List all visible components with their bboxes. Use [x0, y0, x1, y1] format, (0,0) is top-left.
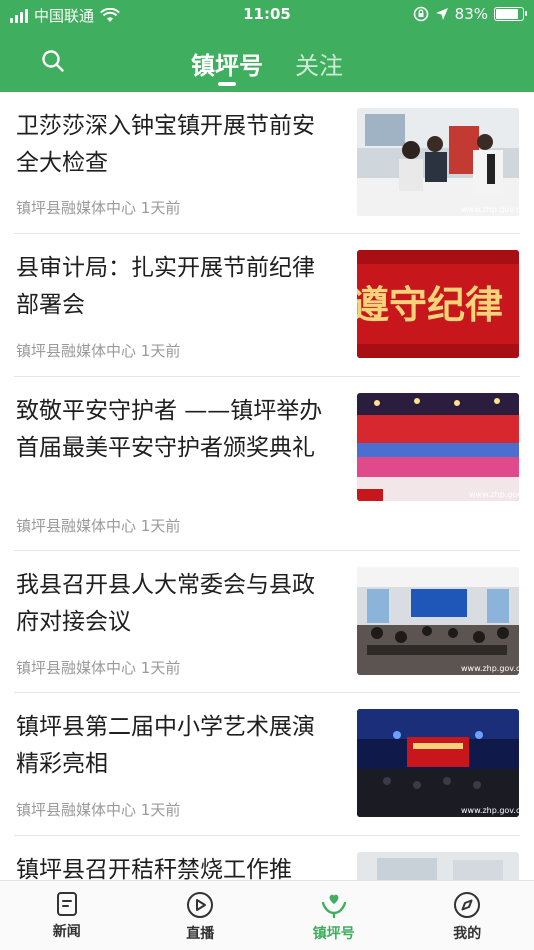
battery-percent: 83% [454, 5, 488, 23]
news-title: 镇坪县召开秸秆禁烧工作推 [16, 857, 292, 880]
nav-zhenping-hao[interactable]: 镇坪号 [267, 881, 401, 950]
news-source: 镇坪县融媒体中心 [16, 199, 137, 217]
bottom-nav: 新闻 直播 镇坪号 我的 [0, 880, 534, 950]
news-thumbnail: www.zhp.gov.cn [357, 108, 519, 216]
rotation-lock-icon [413, 6, 428, 22]
thumb-watermark: www.zhp.gov.cn [461, 664, 519, 673]
news-meta: 镇坪县融媒体中心 1天前 [16, 657, 180, 678]
thumb-watermark: www.zhp.gov.cn [469, 490, 519, 499]
news-item[interactable]: 致敬平安守护者 ——镇坪举办首届最美平安守护者颁奖典礼 镇坪县融媒体中心 1天前… [14, 377, 520, 551]
thumb-watermark: www.zhp.gov.cn [461, 806, 519, 815]
news-thumbnail: www.zhp.gov.cn [357, 393, 519, 501]
news-thumbnail: www.zhp.gov.cn [357, 709, 519, 817]
news-meta: 镇坪县融媒体中心 1天前 [16, 799, 180, 820]
news-thumbnail: 遵守纪律 [357, 250, 519, 358]
news-item[interactable]: 我县召开县人大常委会与县政府对接会议 镇坪县融媒体中心 1天前 www.zhp.… [14, 551, 520, 693]
news-time: 1天前 [140, 801, 181, 819]
news-title: 卫莎莎深入钟宝镇开展节前安全大检查 [16, 113, 315, 176]
news-icon [56, 892, 77, 916]
news-title: 县审计局：扎实开展节前纪律部署会 [16, 255, 315, 318]
app-header: 中国联通 11:05 83% 镇坪号 关注 [0, 0, 534, 92]
thumb-watermark: www.zhp.gov.cn [461, 205, 519, 214]
tab-zhenping-hao[interactable]: 镇坪号 [191, 40, 263, 90]
status-bar: 中国联通 11:05 83% [0, 0, 534, 30]
compass-icon [454, 892, 481, 918]
news-item[interactable]: 卫莎莎深入钟宝镇开展节前安全大检查 镇坪县融媒体中心 1天前 www.zhp.g… [14, 92, 520, 234]
battery-icon [494, 7, 527, 21]
nav-mine[interactable]: 我的 [401, 881, 534, 950]
news-time: 1天前 [140, 199, 181, 217]
nav-label: 新闻 [52, 924, 81, 940]
news-source: 镇坪县融媒体中心 [16, 801, 137, 819]
news-item[interactable]: 县审计局：扎实开展节前纪律部署会 镇坪县融媒体中心 1天前 遵守纪律 [14, 234, 520, 377]
location-arrow-icon [435, 8, 448, 20]
news-thumbnail: www.zhp.gov.cn [357, 567, 519, 675]
news-source: 镇坪县融媒体中心 [16, 517, 137, 535]
news-time: 1天前 [140, 659, 181, 677]
tab-follow[interactable]: 关注 [295, 40, 343, 90]
news-time: 1天前 [140, 342, 181, 360]
news-list: 卫莎莎深入钟宝镇开展节前安全大检查 镇坪县融媒体中心 1天前 www.zhp.g… [0, 92, 534, 880]
play-icon [187, 892, 214, 918]
news-item[interactable]: 镇坪县召开秸秆禁烧工作推 [14, 836, 520, 880]
nav-live[interactable]: 直播 [134, 881, 268, 950]
heart-hands-icon [321, 894, 346, 919]
news-title: 致敬平安守护者 ——镇坪举办首届最美平安守护者颁奖典礼 [16, 398, 323, 461]
banner-text: 遵守纪律 [357, 283, 503, 327]
header-tabs: 镇坪号 关注 [0, 40, 534, 90]
news-meta: 镇坪县融媒体中心 1天前 [16, 197, 180, 218]
battery-fill [496, 9, 518, 19]
news-meta: 镇坪县融媒体中心 1天前 [16, 340, 180, 361]
nav-label: 直播 [186, 926, 215, 942]
news-title: 镇坪县第二届中小学艺术展演精彩亮相 [16, 714, 315, 777]
news-meta: 镇坪县融媒体中心 1天前 [16, 515, 180, 536]
news-title: 我县召开县人大常委会与县政府对接会议 [16, 572, 315, 635]
nav-news[interactable]: 新闻 [0, 881, 134, 950]
news-item[interactable]: 镇坪县第二届中小学艺术展演精彩亮相 镇坪县融媒体中心 1天前 www.zhp.g… [14, 693, 520, 836]
news-source: 镇坪县融媒体中心 [16, 659, 137, 677]
nav-label: 我的 [453, 926, 482, 942]
nav-label: 镇坪号 [312, 926, 355, 942]
news-time: 1天前 [140, 517, 181, 535]
news-source: 镇坪县融媒体中心 [16, 342, 137, 360]
news-thumbnail [357, 852, 519, 880]
status-right: 83% [413, 5, 527, 23]
